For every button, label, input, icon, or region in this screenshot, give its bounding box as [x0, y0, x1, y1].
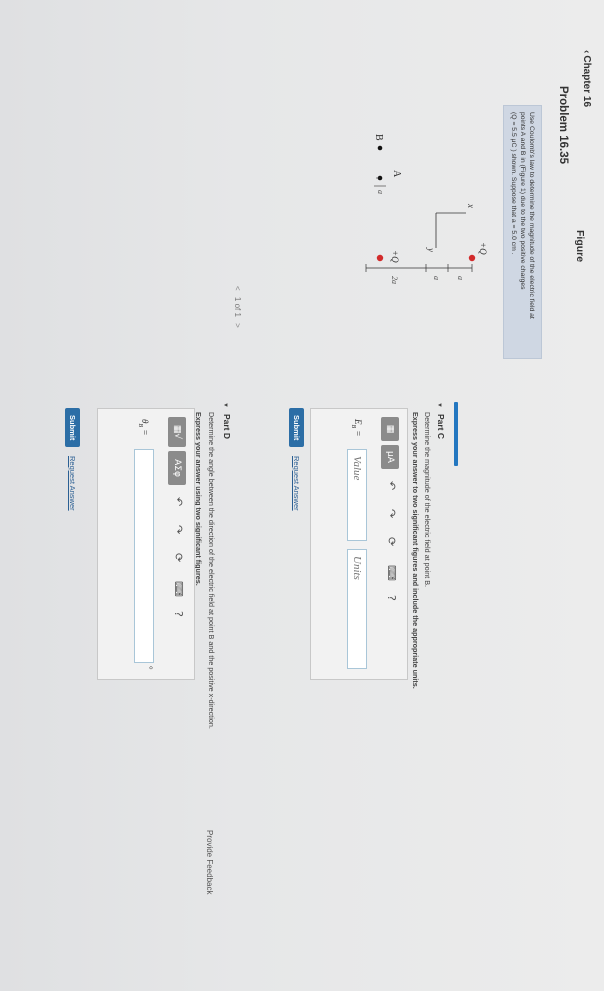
problem-text-line: Use Coulomb's law to determine the magni… [528, 112, 535, 319]
collapse-triangle-icon: ▼ [436, 402, 442, 408]
charge-right-dot [376, 254, 384, 262]
part-d-submit-button[interactable]: Submit [65, 408, 80, 448]
part-d-variable: θB = [137, 419, 150, 436]
part-d-title: Part D [222, 413, 232, 439]
reset-icon[interactable]: ⟳ [172, 553, 185, 562]
degree-unit: ° [144, 666, 154, 670]
figure-heading: Figure [574, 230, 586, 263]
dimension-a-label: a [456, 276, 465, 280]
part-c-header[interactable]: ▼ Part C [436, 402, 446, 439]
dimension-2a-label: 2a [390, 276, 399, 284]
angle-input[interactable] [134, 449, 154, 663]
dimension-a-label: a [432, 276, 441, 280]
part-c-answer-box: ▦ μA ↶ ↷ ⟳ ⌨ ? EB = [310, 408, 408, 680]
chapter-link-label: Chapter 16 [581, 55, 592, 108]
reset-icon[interactable]: ⟳ [385, 537, 398, 546]
keyboard-icon[interactable]: ⌨ [172, 581, 185, 597]
part-c-title: Part C [436, 413, 446, 439]
part-d-description: Determine the angle between the directio… [207, 412, 216, 729]
point-b-label: B [373, 134, 384, 141]
point-b-dot [377, 145, 383, 151]
templates-icon[interactable]: ▦√ [168, 417, 186, 447]
problem-text-line: points A and B in (Figure 1) due to the … [519, 112, 526, 290]
undo-icon[interactable]: ↶ [385, 481, 398, 490]
part-c-variable: EB = [350, 419, 363, 437]
charge-left-dot [468, 254, 476, 262]
y-axis-label: y [426, 247, 436, 252]
chevron-left-icon: ‹ [581, 50, 592, 54]
undo-icon[interactable]: ↶ [172, 497, 185, 506]
page: ‹Chapter 16 Problem 16.35 Use Coulomb's … [0, 0, 604, 991]
templates-icon[interactable]: ▦ [381, 417, 399, 441]
part-d-request-answer-link[interactable]: Request Answer [68, 456, 77, 511]
part-c-request-answer-link[interactable]: Request Answer [292, 456, 301, 511]
x-axis-label: x [466, 203, 476, 208]
part-c-submit-button[interactable]: Submit [289, 408, 304, 448]
problem-text-line: (Q = 5.5 μC ) shown. Suppose that a = 5.… [510, 112, 517, 255]
progress-accent-bar [454, 402, 458, 466]
prev-figure-button[interactable]: < [233, 286, 242, 291]
part-c-instruction: Express your answer to two significant f… [411, 412, 420, 689]
part-c-description: Determine the magnitude of the electric … [423, 412, 432, 587]
help-button[interactable]: ? [172, 611, 185, 617]
charge-left-label: +Q [478, 242, 488, 255]
problem-statement: Use Coulomb's law to determine the magni… [503, 105, 542, 359]
next-figure-button[interactable]: > [233, 323, 242, 328]
units-input[interactable] [347, 549, 367, 669]
help-button[interactable]: ? [385, 595, 398, 601]
redo-icon[interactable]: ↷ [172, 525, 185, 534]
greek-symbols-button[interactable]: ΑΣφ [168, 451, 186, 485]
chapter-breadcrumb[interactable]: ‹Chapter 16 [581, 50, 592, 107]
part-d-header[interactable]: ▼ Part D [222, 402, 232, 439]
units-button[interactable]: μA [381, 445, 399, 469]
collapse-triangle-icon: ▼ [222, 402, 228, 408]
figure-page-indicator: 1 of 1 [233, 296, 242, 317]
redo-icon[interactable]: ↷ [385, 509, 398, 518]
part-d-instruction: Express your answer using two significan… [194, 412, 203, 586]
point-a-label: A [391, 170, 402, 178]
charge-right-label: +Q [390, 250, 400, 263]
value-input[interactable] [347, 449, 367, 541]
part-d-answer-box: ▦√ ΑΣφ ↶ ↷ ⟳ ⌨ ? θB = ° [97, 408, 195, 680]
dimension-a-label: a [376, 190, 385, 194]
keyboard-icon[interactable]: ⌨ [385, 565, 398, 581]
charge-diagram: x y B A a +Q +Q a a 2a [365, 134, 488, 284]
figure-pager: < 1 of 1 > [233, 284, 242, 330]
problem-title: Problem 16.35 [557, 86, 569, 164]
